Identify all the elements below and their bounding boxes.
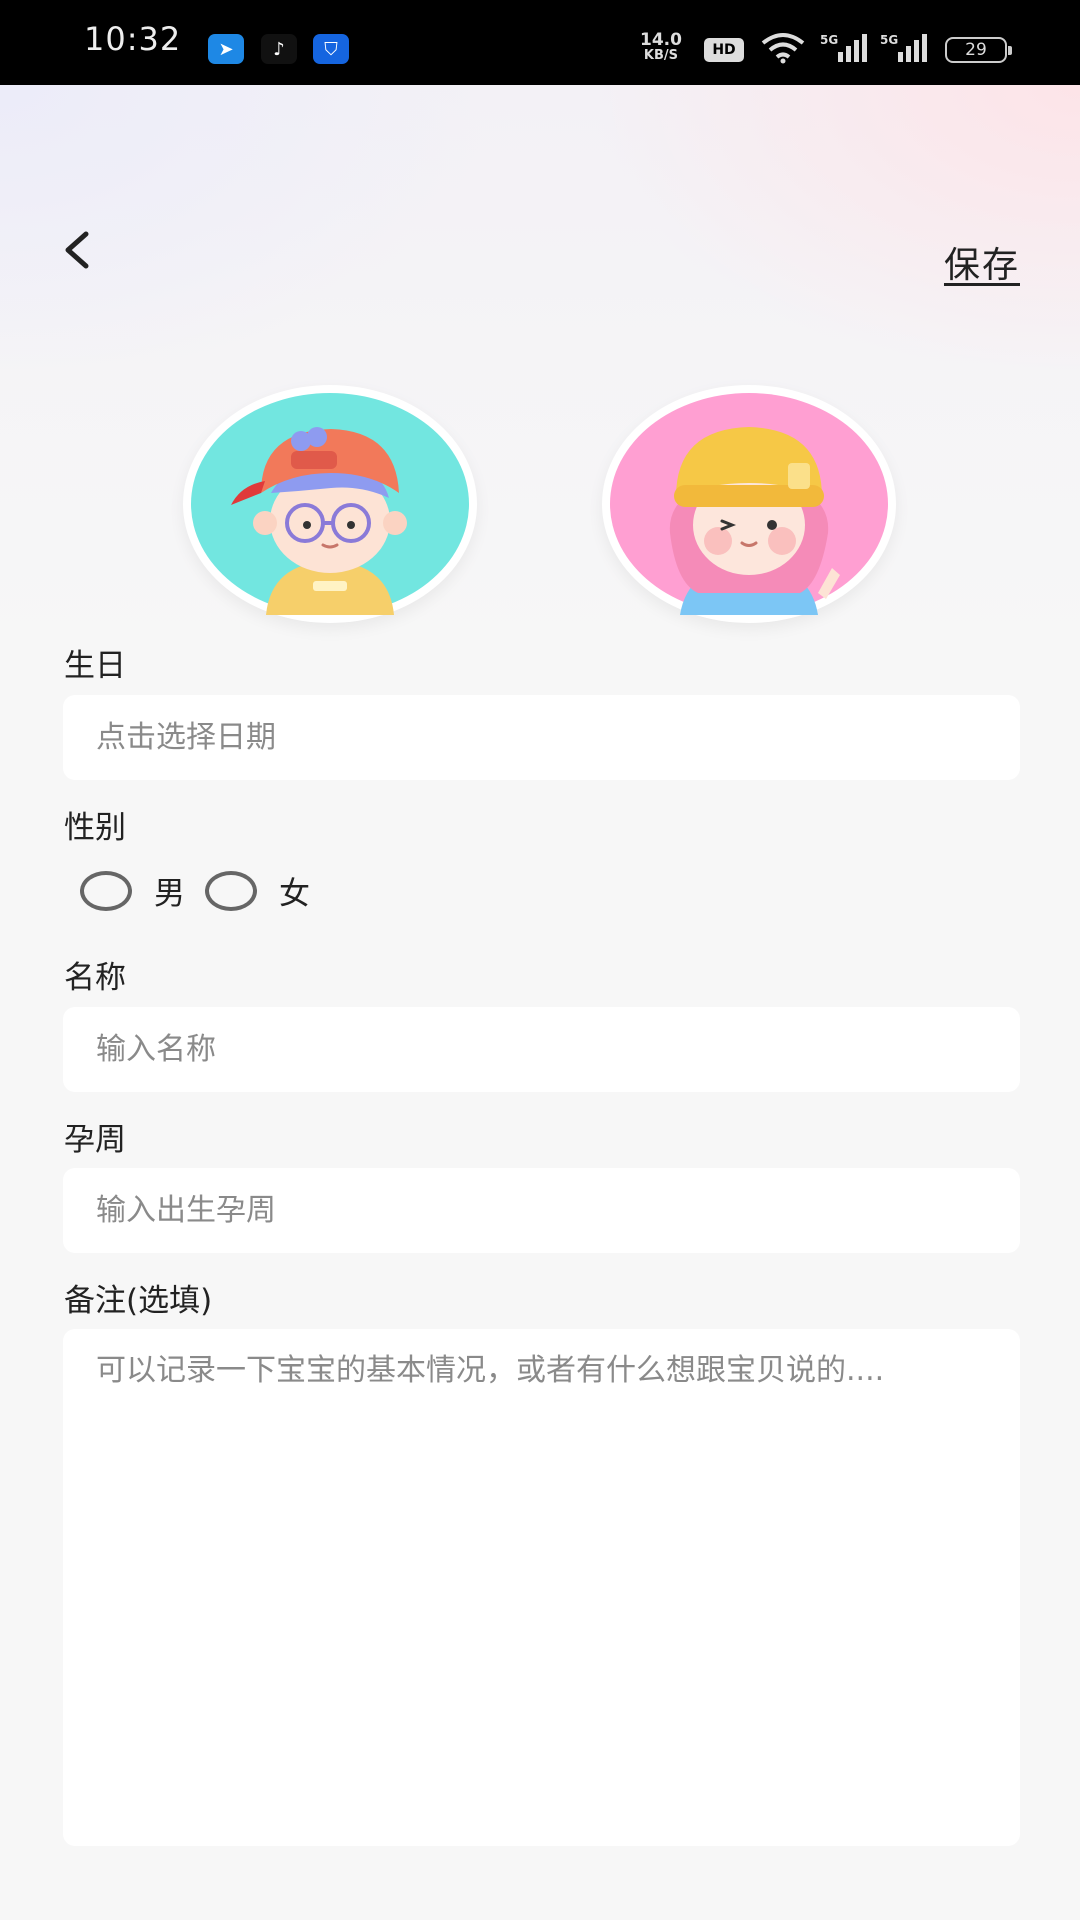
- battery-level: 29: [965, 40, 987, 60]
- gender-radio-male[interactable]: 男: [80, 868, 185, 913]
- battery-icon: 29: [945, 37, 1012, 63]
- gender-radio-group: 男 女: [80, 868, 330, 913]
- boy-avatar[interactable]: [183, 385, 477, 623]
- name-label: 名称: [64, 960, 126, 996]
- wifi-icon: [761, 33, 805, 64]
- signal-5g-icon-2: 5G: [880, 33, 927, 62]
- message-app-icon: ➤: [208, 34, 244, 64]
- status-bar: 10:32 ➤ ♪ ⛉ 14.0 KB/S HD 5G 5G 29: [0, 0, 1080, 85]
- status-time: 10:32: [84, 20, 182, 58]
- save-button[interactable]: 保存: [944, 236, 1020, 288]
- girl-avatar-image: [610, 393, 888, 615]
- notes-field[interactable]: [63, 1329, 1020, 1846]
- name-input[interactable]: [94, 1031, 989, 1068]
- back-button[interactable]: [52, 225, 102, 275]
- radio-circle-icon[interactable]: [80, 870, 132, 911]
- hd-badge: HD: [704, 38, 744, 62]
- network-speed-unit: KB/S: [643, 48, 679, 63]
- signal-5g-label-1: 5G: [820, 33, 838, 47]
- notes-textarea[interactable]: [94, 1349, 989, 1833]
- signal-5g-icon-1: 5G: [820, 33, 867, 62]
- birthday-input[interactable]: [94, 719, 989, 756]
- gender-female-label: 女: [279, 876, 310, 912]
- gestation-field[interactable]: [63, 1168, 1020, 1253]
- security-app-icon: ⛉: [313, 34, 349, 64]
- gestation-input[interactable]: [94, 1192, 989, 1229]
- radio-circle-icon[interactable]: [205, 870, 257, 911]
- gestation-label: 孕周: [64, 1122, 126, 1158]
- girl-avatar[interactable]: [602, 385, 896, 623]
- network-speed-value: 14.0: [640, 30, 682, 50]
- gender-radio-female[interactable]: 女: [205, 868, 310, 913]
- tiktok-icon: ♪: [261, 34, 297, 64]
- birthday-field[interactable]: [63, 695, 1020, 780]
- network-speed: 14.0 KB/S: [640, 32, 682, 63]
- gender-label: 性别: [64, 810, 126, 846]
- header-background: [0, 85, 1080, 645]
- birthday-label: 生日: [64, 648, 126, 684]
- notes-label: 备注(选填): [64, 1283, 213, 1319]
- boy-avatar-image: [191, 393, 469, 615]
- signal-5g-label-2: 5G: [880, 33, 898, 47]
- name-field[interactable]: [63, 1007, 1020, 1092]
- gender-male-label: 男: [154, 876, 185, 912]
- chevron-left-icon: [65, 231, 89, 269]
